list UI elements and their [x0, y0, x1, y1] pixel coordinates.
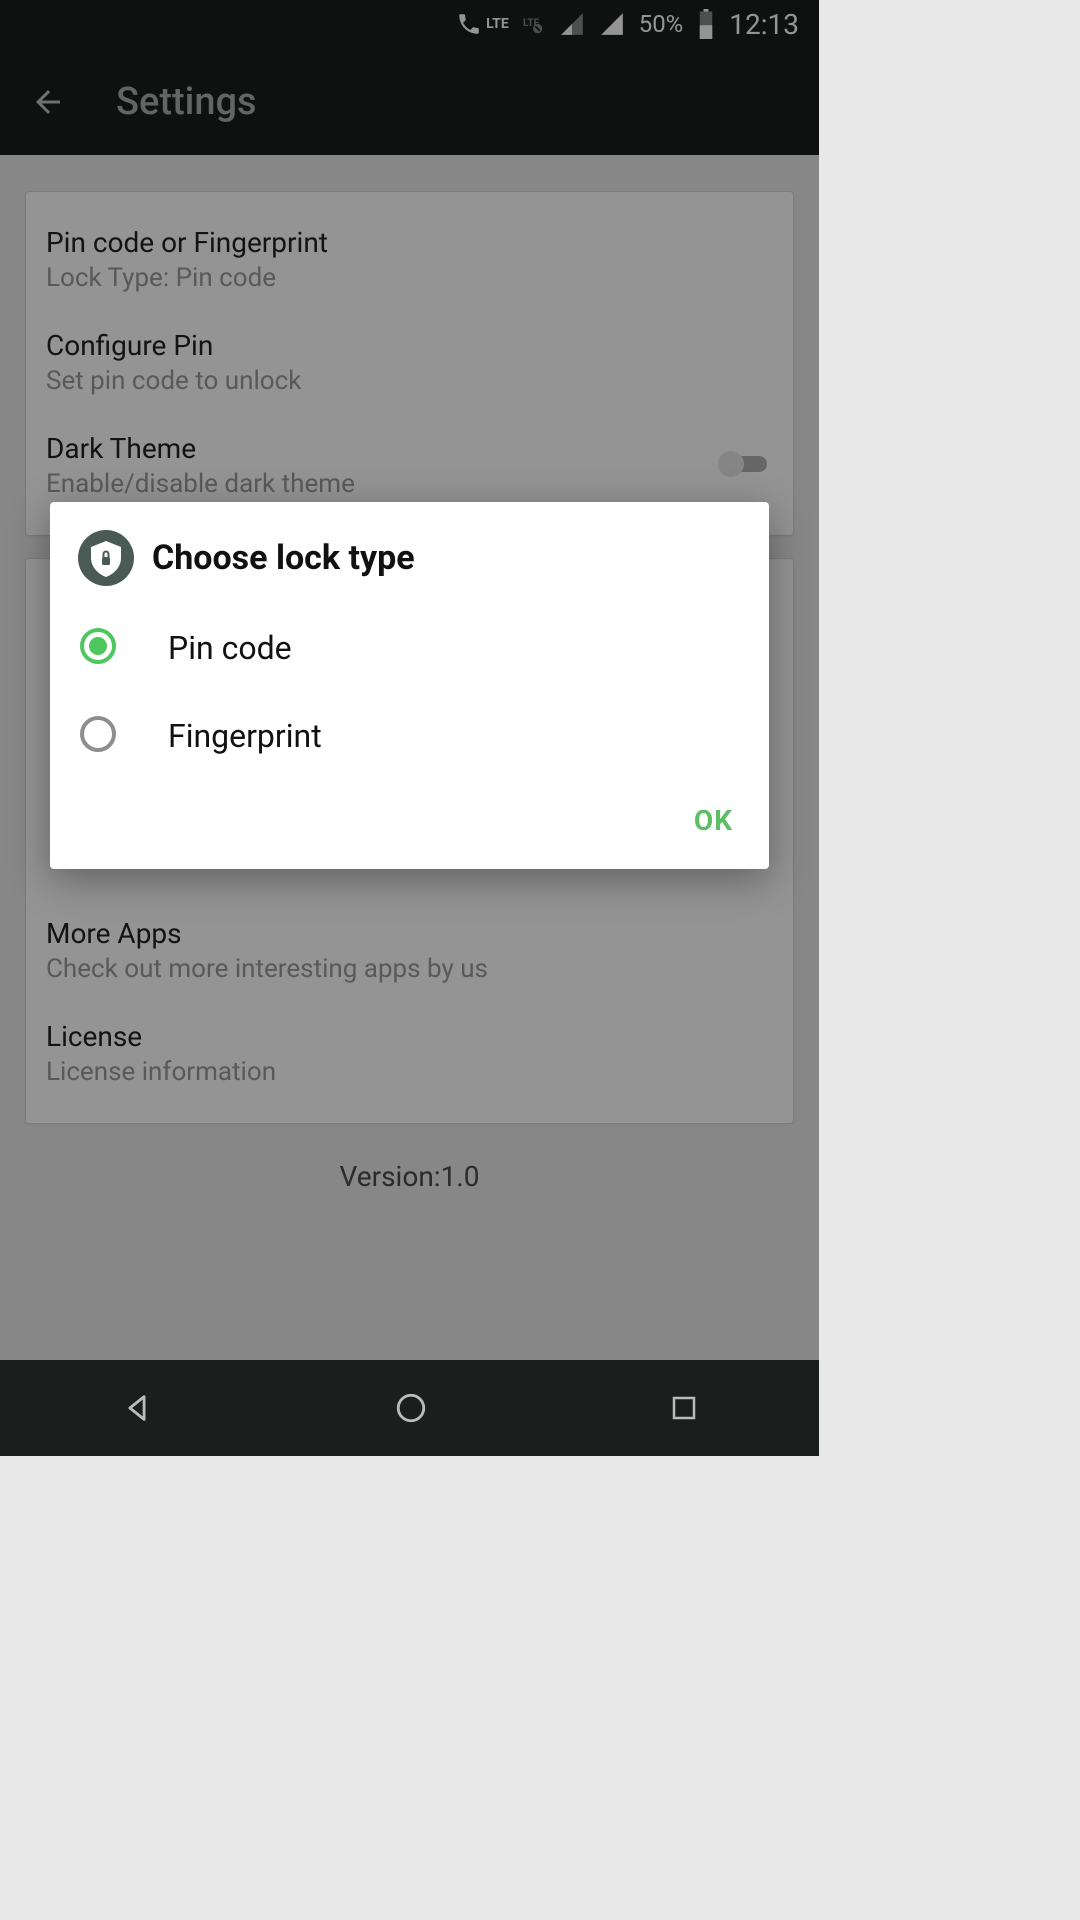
dialog-title: Choose lock type	[152, 538, 415, 578]
nav-recent-button[interactable]	[669, 1393, 699, 1423]
choose-lock-type-dialog: Choose lock type Pin code Fingerprint OK	[50, 502, 769, 869]
option-label: Pin code	[168, 629, 292, 667]
nav-home-button[interactable]	[394, 1391, 428, 1425]
option-fingerprint[interactable]: Fingerprint	[50, 692, 769, 780]
shield-lock-icon	[78, 530, 134, 586]
radio-selected-icon	[78, 626, 118, 670]
navigation-bar	[0, 1360, 819, 1456]
ok-button[interactable]: OK	[694, 804, 733, 837]
nav-back-button[interactable]	[120, 1391, 154, 1425]
radio-unselected-icon	[78, 714, 118, 758]
option-label: Fingerprint	[168, 717, 322, 755]
option-pin-code[interactable]: Pin code	[50, 604, 769, 692]
